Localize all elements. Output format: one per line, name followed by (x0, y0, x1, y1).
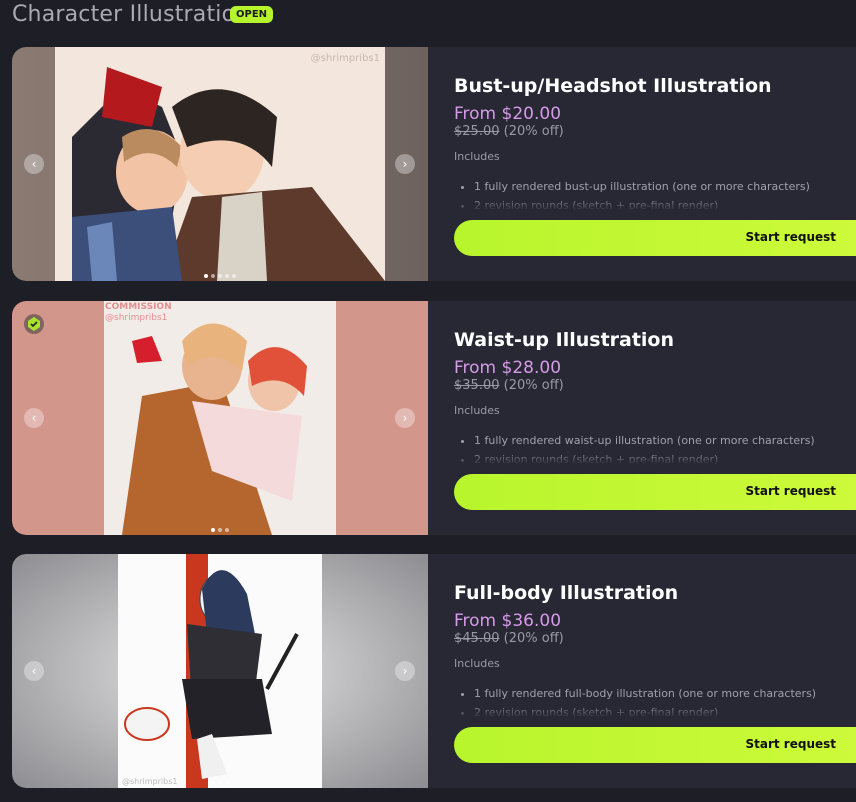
carousel-dot[interactable] (218, 528, 222, 532)
carousel-dot[interactable] (211, 274, 215, 278)
carousel-dot[interactable] (211, 528, 215, 532)
card-title: Bust-up/Headshot Illustration (454, 75, 772, 97)
watermark-text: @shrimpribs1 (122, 777, 177, 786)
carousel-dot[interactable] (225, 528, 229, 532)
section-header: Character Illustration OPEN (0, 0, 856, 36)
carousel-dots (211, 528, 229, 532)
includes-label: Includes (454, 657, 500, 670)
chevron-left-icon[interactable]: ‹ (24, 408, 44, 428)
carousel-dot[interactable] (232, 274, 236, 278)
includes-label: Includes (454, 150, 500, 163)
discount-label: (20% off) (503, 124, 564, 139)
carousel-dot[interactable] (218, 274, 222, 278)
button-label: Start request (745, 230, 836, 244)
chevron-right-icon[interactable]: › (395, 661, 415, 681)
button-label: Start request (745, 737, 836, 751)
strikethrough-price: $45.00 (454, 631, 500, 646)
original-price: $45.00 (20% off) (454, 631, 564, 646)
commission-card: COMMISSION @shrimpribs1 ‹ › Waist-up Ill… (12, 301, 856, 535)
price: From $28.00 (454, 358, 562, 378)
image-carousel[interactable]: @shrimpribs1 ‹ › (12, 47, 428, 281)
carousel-dot[interactable] (204, 274, 208, 278)
list-item: 1 fully rendered full-body illustration … (474, 684, 854, 703)
commission-card: @shrimpribs1 ‹ › Bust-up/Headshot Illust… (12, 47, 856, 281)
price: From $36.00 (454, 611, 562, 631)
image-carousel[interactable]: @shrimpribs1 ‹ › (12, 554, 428, 788)
original-price: $25.00 (20% off) (454, 124, 564, 139)
includes-list: 1 fully rendered bust-up illustration (o… (454, 177, 854, 211)
status-badge: OPEN (230, 6, 274, 23)
carousel-dots (204, 274, 236, 278)
start-request-button[interactable]: Start request (454, 474, 856, 510)
start-request-button[interactable]: Start request (454, 220, 856, 256)
card-title: Waist-up Illustration (454, 329, 675, 351)
includes-list: 1 fully rendered full-body illustration … (454, 684, 854, 718)
original-price: $35.00 (20% off) (454, 378, 564, 393)
discount-label: (20% off) (503, 631, 564, 646)
chevron-right-icon[interactable]: › (395, 408, 415, 428)
card-info: Bust-up/Headshot Illustration From $20.0… (454, 47, 856, 281)
card-info: Full-body Illustration From $36.00 $45.0… (454, 554, 856, 788)
start-request-button[interactable]: Start request (454, 727, 856, 763)
list-item: 1 fully rendered bust-up illustration (o… (474, 177, 854, 196)
carousel-dot[interactable] (225, 781, 229, 785)
chevron-left-icon[interactable]: ‹ (24, 661, 44, 681)
carousel-dot[interactable] (211, 781, 215, 785)
card-title: Full-body Illustration (454, 582, 679, 604)
price: From $20.00 (454, 104, 562, 124)
carousel-image: @shrimpribs1 (12, 47, 428, 281)
check-badge-icon (24, 314, 44, 334)
strikethrough-price: $25.00 (454, 124, 500, 139)
carousel-dots (211, 781, 229, 785)
button-label: Start request (745, 484, 836, 498)
carousel-image: @shrimpribs1 (12, 554, 428, 788)
section-title: Character Illustration (12, 2, 250, 27)
commission-card: @shrimpribs1 ‹ › Full-body Illustration … (12, 554, 856, 788)
strikethrough-price: $35.00 (454, 378, 500, 393)
image-carousel[interactable]: COMMISSION @shrimpribs1 ‹ › (12, 301, 428, 535)
carousel-image: COMMISSION @shrimpribs1 (12, 301, 428, 535)
chevron-left-icon[interactable]: ‹ (24, 154, 44, 174)
card-info: Waist-up Illustration From $28.00 $35.00… (454, 301, 856, 535)
discount-label: (20% off) (503, 378, 564, 393)
carousel-dot[interactable] (218, 781, 222, 785)
watermark-text: @shrimpribs1 (311, 53, 380, 64)
chevron-right-icon[interactable]: › (395, 154, 415, 174)
list-item: 2 revision rounds (sketch + pre-final re… (474, 196, 854, 211)
carousel-dot[interactable] (225, 274, 229, 278)
list-item: 1 fully rendered waist-up illustration (… (474, 431, 854, 450)
includes-list: 1 fully rendered waist-up illustration (… (454, 431, 854, 465)
includes-label: Includes (454, 404, 500, 417)
watermark-text: COMMISSION (105, 302, 172, 312)
list-item: 2 revision rounds (sketch + pre-final re… (474, 450, 854, 465)
watermark-text: @shrimpribs1 (105, 313, 167, 323)
list-item: 2 revision rounds (sketch + pre-final re… (474, 703, 854, 718)
